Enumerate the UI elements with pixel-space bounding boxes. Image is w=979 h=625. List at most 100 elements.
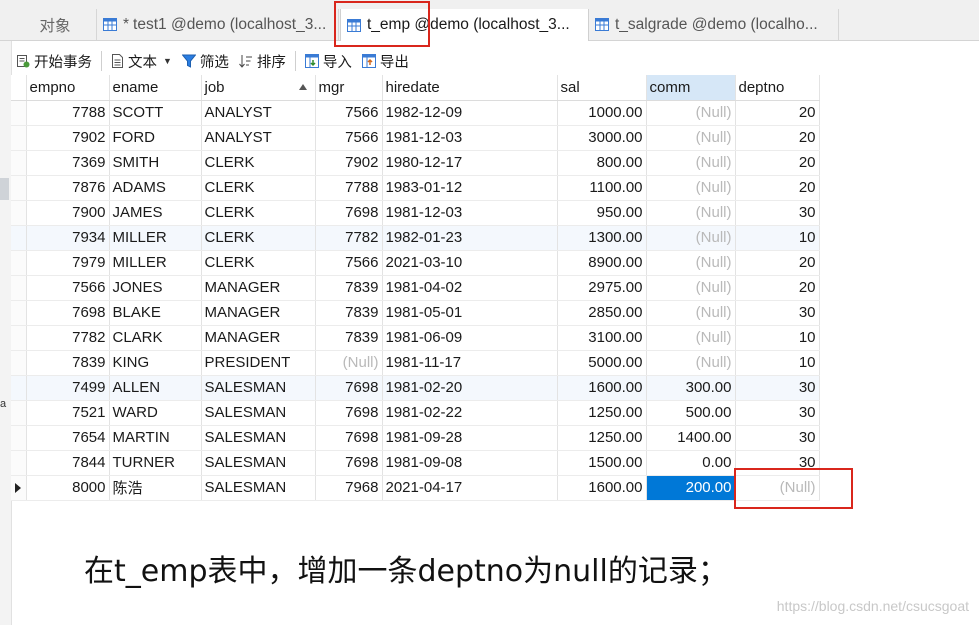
column-header-mgr[interactable]: mgr [315,75,383,101]
cell-deptno[interactable]: 20 [735,100,820,126]
cell-deptno[interactable]: 20 [735,275,820,301]
cell-ename[interactable]: JONES [109,275,202,301]
cell-deptno[interactable]: 20 [735,150,820,176]
cell-empno[interactable]: 7369 [26,150,110,176]
cell-mgr[interactable]: (Null) [315,350,383,376]
cell-empno[interactable]: 7844 [26,450,110,476]
cell-ename[interactable]: TURNER [109,450,202,476]
cell-job[interactable]: SALESMAN [201,425,316,451]
cell-mgr[interactable]: 7698 [315,425,383,451]
cell-ename[interactable]: JAMES [109,200,202,226]
tab-t-salgrade[interactable]: t_salgrade @demo (localho... [589,9,839,40]
cell-hiredate[interactable]: 1983-01-12 [382,175,558,201]
cell-job[interactable]: ANALYST [201,125,316,151]
table-row[interactable]: 7839 KING PRESIDENT (Null) 1981-11-17 5000.00… [11,350,820,376]
cell-ename[interactable]: ALLEN [109,375,202,401]
cell-ename[interactable]: MILLER [109,225,202,251]
cell-ename[interactable]: CLARK [109,325,202,351]
cell-mgr[interactable]: 7566 [315,100,383,126]
filter-button[interactable]: 筛选 [177,49,234,73]
cell-job[interactable]: CLERK [201,175,316,201]
row-indicator[interactable] [11,200,27,226]
cell-ename[interactable]: WARD [109,400,202,426]
row-indicator[interactable] [11,375,27,401]
cell-empno[interactable]: 7788 [26,100,110,126]
column-header-sal[interactable]: sal [557,75,647,101]
cell-mgr[interactable]: 7968 [315,475,383,501]
cell-sal[interactable]: 1300.00 [557,225,647,251]
row-indicator[interactable] [11,125,27,151]
row-indicator[interactable] [11,450,27,476]
cell-empno[interactable]: 8000 [26,475,110,501]
cell-job[interactable]: CLERK [201,150,316,176]
cell-sal[interactable]: 1100.00 [557,175,647,201]
cell-hiredate[interactable]: 1981-02-20 [382,375,558,401]
table-row[interactable]: 7521 WARD SALESMAN 7698 1981-02-22 1250.00 500… [11,400,820,426]
cell-empno[interactable]: 7934 [26,225,110,251]
column-header-comm[interactable]: comm [646,75,736,101]
cell-ename[interactable]: 陈浩 [109,475,202,501]
column-header-hiredate[interactable]: hiredate [382,75,558,101]
cell-deptno[interactable]: 30 [735,200,820,226]
cell-sal[interactable]: 800.00 [557,150,647,176]
text-view-button[interactable]: 文本 ▼ [106,49,177,73]
cell-empno[interactable]: 7698 [26,300,110,326]
cell-ename[interactable]: BLAKE [109,300,202,326]
table-row[interactable]: 7566 JONES MANAGER 7839 1981-04-02 2975.00 (Nu… [11,275,820,301]
current-row-indicator[interactable] [11,475,27,501]
row-indicator[interactable] [11,225,27,251]
cell-comm[interactable]: (Null) [646,100,736,126]
row-indicator[interactable] [11,275,27,301]
cell-hiredate[interactable]: 1980-12-17 [382,150,558,176]
table-row[interactable]: 7934 MILLER CLERK 7782 1982-01-23 1300.00 (Nul… [11,225,820,251]
cell-hiredate[interactable]: 1981-05-01 [382,300,558,326]
cell-deptno[interactable]: 10 [735,325,820,351]
row-indicator[interactable] [11,400,27,426]
cell-empno[interactable]: 7902 [26,125,110,151]
cell-ename[interactable]: MILLER [109,250,202,276]
export-button[interactable]: 导出 [357,49,414,73]
cell-job[interactable]: CLERK [201,250,316,276]
cell-empno[interactable]: 7876 [26,175,110,201]
cell-empno[interactable]: 7839 [26,350,110,376]
cell-sal[interactable]: 5000.00 [557,350,647,376]
cell-comm[interactable]: (Null) [646,150,736,176]
table-row[interactable]: 7788 SCOTT ANALYST 7566 1982-12-09 1000.00 (Nu… [11,100,820,126]
cell-deptno[interactable]: 30 [735,400,820,426]
cell-empno[interactable]: 7782 [26,325,110,351]
cell-mgr[interactable]: 7698 [315,450,383,476]
navigator-scroll-mark[interactable] [0,178,9,200]
cell-comm[interactable]: 1400.00 [646,425,736,451]
import-button[interactable]: 导入 [300,49,357,73]
row-indicator[interactable] [11,175,27,201]
cell-job[interactable]: CLERK [201,200,316,226]
cell-mgr[interactable]: 7782 [315,225,383,251]
table-row[interactable]: 7979 MILLER CLERK 7566 2021-03-10 8900.00 (Nul… [11,250,820,276]
cell-hiredate[interactable]: 1982-12-09 [382,100,558,126]
cell-hiredate[interactable]: 2021-03-10 [382,250,558,276]
column-header-ename[interactable]: ename [109,75,202,101]
sort-button[interactable]: 排序 [234,49,291,73]
row-indicator[interactable] [11,150,27,176]
cell-hiredate[interactable]: 1981-06-09 [382,325,558,351]
cell-hiredate[interactable]: 1981-12-03 [382,125,558,151]
cell-job[interactable]: PRESIDENT [201,350,316,376]
cell-job[interactable]: SALESMAN [201,400,316,426]
cell-comm[interactable]: (Null) [646,225,736,251]
cell-comm[interactable]: (Null) [646,275,736,301]
cell-comm[interactable]: 500.00 [646,400,736,426]
cell-empno[interactable]: 7900 [26,200,110,226]
table-row[interactable]: 8000 陈浩 SALESMAN 7968 2021-04-17 1600.00 200.0… [11,475,820,501]
row-indicator[interactable] [11,425,27,451]
cell-hiredate[interactable]: 2021-04-17 [382,475,558,501]
cell-ename[interactable]: ADAMS [109,175,202,201]
cell-comm[interactable]: (Null) [646,350,736,376]
cell-mgr[interactable]: 7698 [315,375,383,401]
table-row[interactable]: 7499 ALLEN SALESMAN 7698 1981-02-20 1600.00 30… [11,375,820,401]
cell-hiredate[interactable]: 1981-04-02 [382,275,558,301]
cell-sal[interactable]: 2850.00 [557,300,647,326]
cell-hiredate[interactable]: 1981-02-22 [382,400,558,426]
column-header-job[interactable]: job [201,75,316,101]
cell-job[interactable]: MANAGER [201,275,316,301]
cell-empno[interactable]: 7566 [26,275,110,301]
